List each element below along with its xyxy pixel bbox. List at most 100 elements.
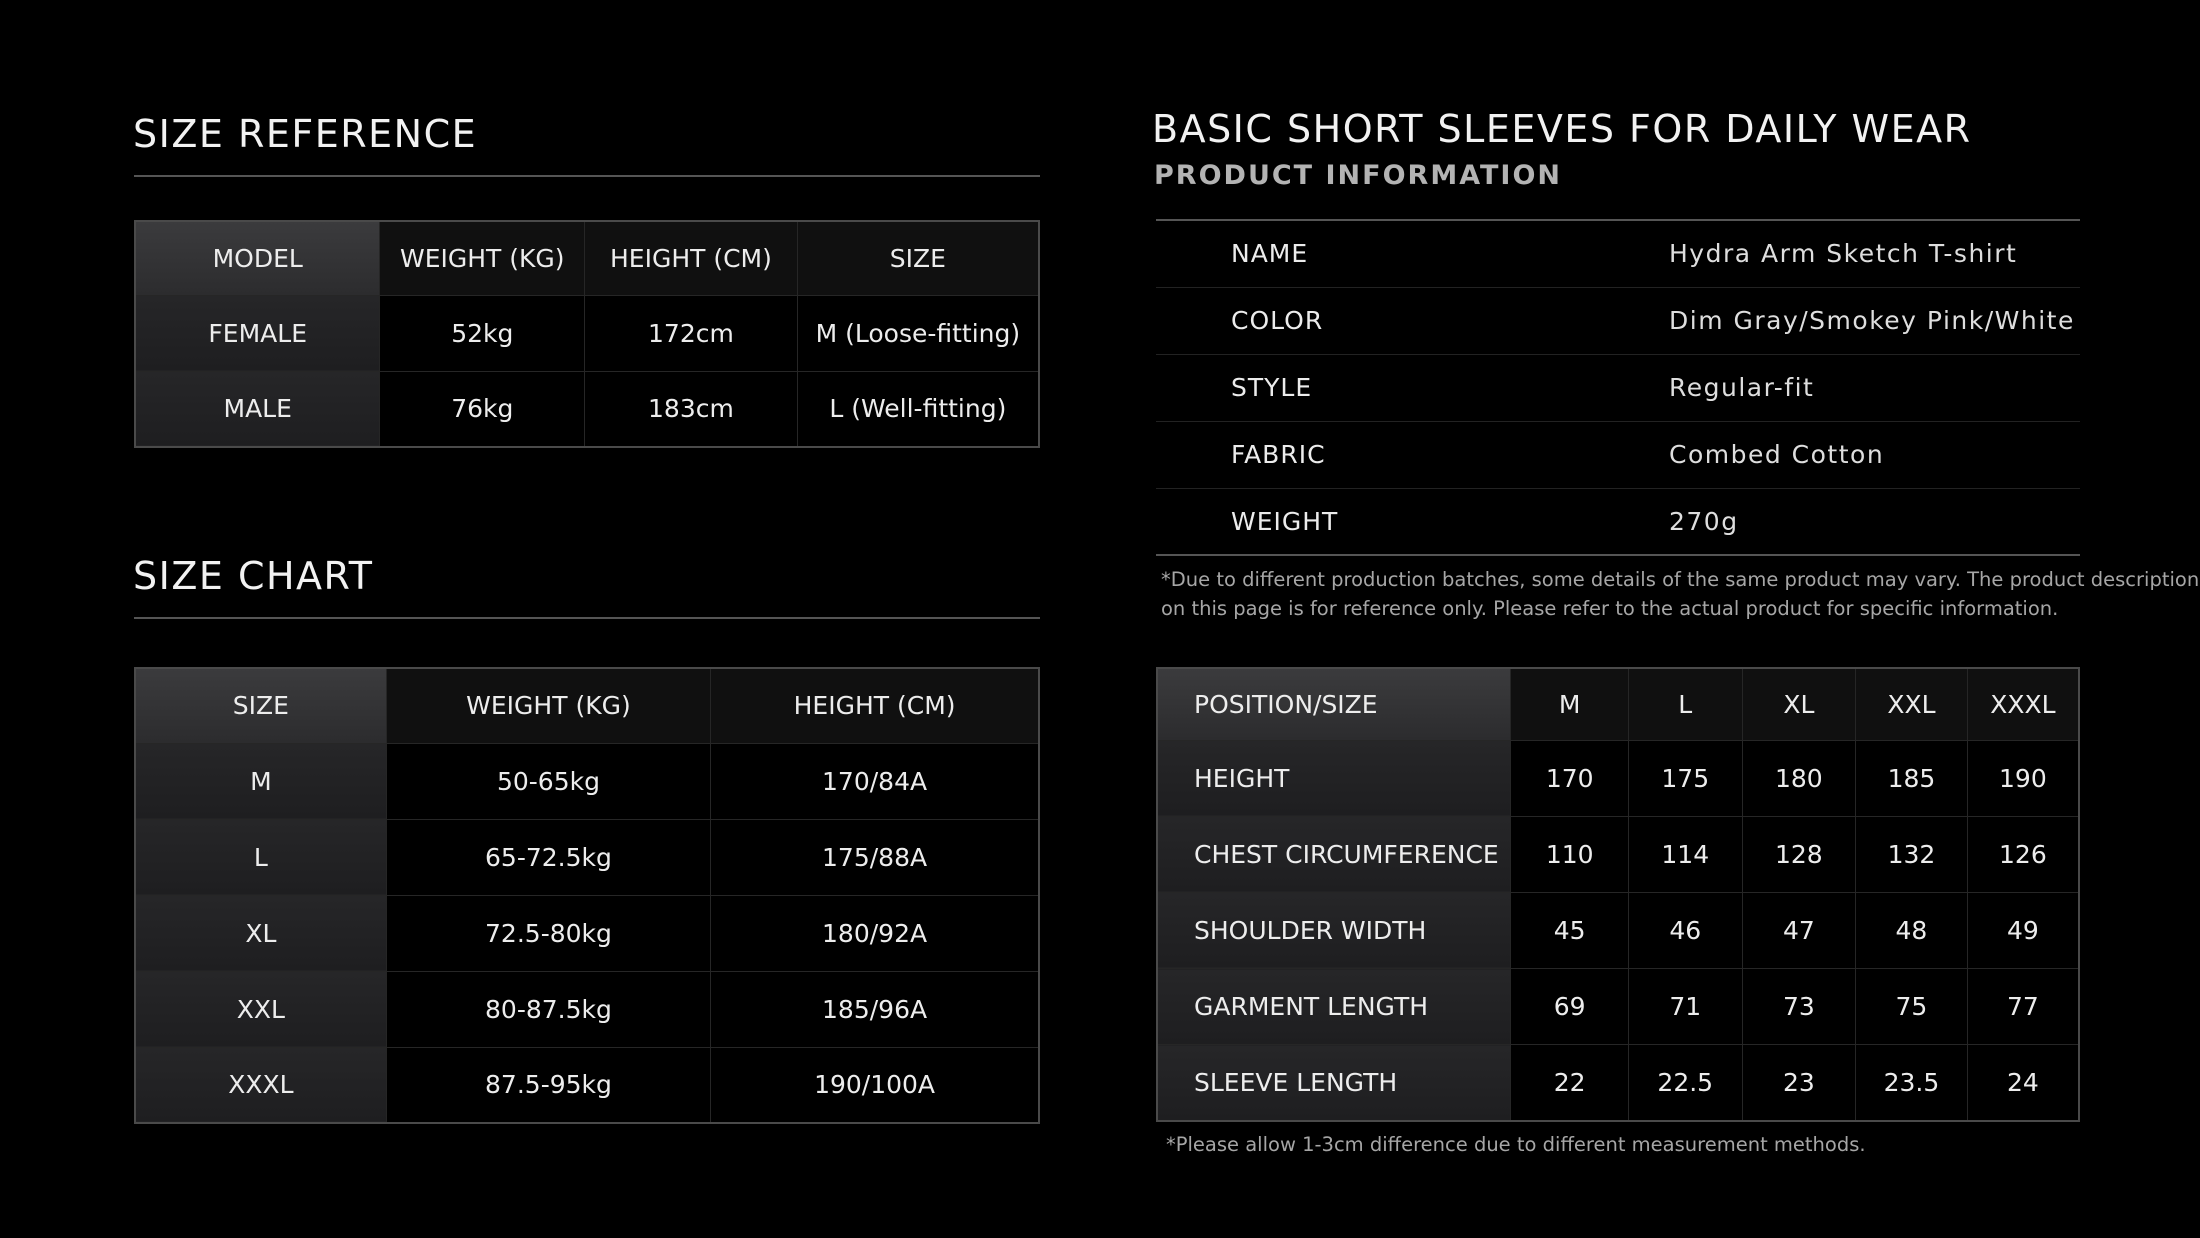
product-info-subtitle: PRODUCT INFORMATION	[1154, 160, 1563, 191]
table-cell: 73	[1741, 968, 1856, 1045]
disclaimer-line-2: on this page is for reference only. Plea…	[1161, 597, 2059, 620]
info-row: WEIGHT 270g	[1156, 487, 2080, 555]
table-cell: 170/84A	[710, 742, 1039, 819]
header-cell: WEIGHT (KG)	[379, 221, 585, 295]
table-cell: 72.5-80kg	[385, 894, 711, 971]
product-title: BASIC SHORT SLEEVES FOR DAILY WEAR	[1152, 107, 1972, 151]
table-cell: 172cm	[584, 294, 798, 371]
table-row: XXXL 87.5-95kg 190/100A	[135, 1046, 1039, 1123]
table-cell: 175/88A	[710, 818, 1039, 895]
row-label: SHOULDER WIDTH	[1157, 891, 1511, 969]
header-cell: SIZE	[135, 668, 387, 743]
size-reference-title: SIZE REFERENCE	[133, 112, 478, 156]
row-label: L	[135, 818, 387, 895]
table-cell: 45	[1510, 891, 1629, 969]
header-cell: HEIGHT (CM)	[584, 221, 798, 295]
header-cell: XXL	[1855, 668, 1968, 741]
info-label: FABRIC	[1156, 420, 1669, 488]
info-value: Regular-fit	[1669, 353, 2080, 421]
row-label: XXL	[135, 970, 387, 1047]
header-cell: L	[1627, 668, 1743, 741]
table-cell: 185	[1855, 739, 1968, 817]
table-cell: 190/100A	[710, 1046, 1039, 1123]
measurement-table: POSITION/SIZE M L XL XXL XXXL HEIGHT 170…	[1156, 667, 2080, 1122]
row-label: HEIGHT	[1157, 739, 1511, 817]
table-cell: 22	[1510, 1044, 1629, 1121]
table-cell: 128	[1741, 815, 1856, 893]
table-cell: 22.5	[1627, 1044, 1743, 1121]
table-cell: 24	[1966, 1044, 2079, 1121]
table-cell: 50-65kg	[385, 742, 711, 819]
header-cell: WEIGHT (KG)	[385, 668, 711, 743]
measurement-note: *Please allow 1-3cm difference due to di…	[1166, 1133, 1866, 1156]
table-cell: 76kg	[379, 370, 585, 447]
table-row: CHEST CIRCUMFERENCE 110 114 128 132 126	[1157, 815, 2079, 893]
row-label: XXXL	[135, 1046, 387, 1123]
row-label: FEMALE	[135, 294, 380, 371]
table-cell: 52kg	[379, 294, 585, 371]
table-cell: 49	[1966, 891, 2079, 969]
table-row: L 65-72.5kg 175/88A	[135, 818, 1039, 895]
header-cell: SIZE	[796, 221, 1039, 295]
table-header-row: MODEL WEIGHT (KG) HEIGHT (CM) SIZE	[135, 221, 1039, 295]
table-cell: 132	[1855, 815, 1968, 893]
row-label: M	[135, 742, 387, 819]
table-cell: 46	[1627, 891, 1743, 969]
table-cell: 170	[1510, 739, 1629, 817]
table-row: GARMENT LENGTH 69 71 73 75 77	[1157, 968, 2079, 1045]
table-row: MALE 76kg 183cm L (Well-fitting)	[135, 370, 1039, 447]
table-cell: 110	[1510, 815, 1629, 893]
table-cell: 175	[1627, 739, 1743, 817]
table-row: FEMALE 52kg 172cm M (Loose-fitting)	[135, 294, 1039, 371]
table-cell: 180/92A	[710, 894, 1039, 971]
info-row: FABRIC Combed Cotton	[1156, 420, 2080, 488]
info-value: Hydra Arm Sketch T-shirt	[1669, 239, 2018, 269]
row-label: GARMENT LENGTH	[1157, 968, 1511, 1045]
table-header-row: SIZE WEIGHT (KG) HEIGHT (CM)	[135, 668, 1039, 743]
header-cell: XXXL	[1966, 668, 2079, 741]
table-cell: 69	[1510, 968, 1629, 1045]
table-cell: 47	[1741, 891, 1856, 969]
table-cell: 87.5-95kg	[385, 1046, 711, 1123]
product-info-table: NAME Hydra Arm Sketch T-shirt COLOR Dim …	[1156, 219, 2080, 556]
table-row: XXL 80-87.5kg 185/96A	[135, 970, 1039, 1047]
table-cell: 126	[1966, 815, 2079, 893]
table-row: XL 72.5-80kg 180/92A	[135, 894, 1039, 971]
size-reference-divider	[134, 175, 1040, 177]
table-row: SHOULDER WIDTH 45 46 47 48 49	[1157, 891, 2079, 969]
table-cell: 65-72.5kg	[385, 818, 711, 895]
table-cell: 71	[1627, 968, 1743, 1045]
header-cell: MODEL	[135, 221, 380, 295]
info-label: STYLE	[1156, 353, 1669, 421]
table-cell: 114	[1627, 815, 1743, 893]
table-cell: 183cm	[584, 370, 798, 447]
size-reference-table: MODEL WEIGHT (KG) HEIGHT (CM) SIZE FEMAL…	[134, 220, 1040, 448]
row-label: SLEEVE LENGTH	[1157, 1044, 1511, 1121]
header-cell: POSITION/SIZE	[1157, 668, 1511, 741]
table-row: M 50-65kg 170/84A	[135, 742, 1039, 819]
info-row: STYLE Regular-fit	[1156, 353, 2080, 421]
table-cell: 48	[1855, 891, 1968, 969]
info-row: NAME Hydra Arm Sketch T-shirt	[1156, 220, 2080, 287]
table-cell: 185/96A	[710, 970, 1039, 1047]
table-row: HEIGHT 170 175 180 185 190	[1157, 739, 2079, 817]
table-cell: M (Loose-fitting)	[796, 294, 1039, 371]
info-label: WEIGHT	[1156, 487, 1669, 555]
info-label: NAME	[1231, 239, 1309, 269]
table-header-row: POSITION/SIZE M L XL XXL XXXL	[1157, 668, 2079, 741]
disclaimer-line-1: *Due to different production batches, so…	[1161, 568, 2200, 591]
header-cell: HEIGHT (CM)	[710, 668, 1039, 743]
info-label: COLOR	[1156, 286, 1669, 354]
header-cell: M	[1510, 668, 1629, 741]
info-row: COLOR Dim Gray/Smokey Pink/White	[1156, 286, 2080, 354]
table-cell: 180	[1741, 739, 1856, 817]
row-label: CHEST CIRCUMFERENCE	[1157, 815, 1511, 893]
size-chart-title: SIZE CHART	[133, 554, 374, 598]
info-value: Combed Cotton	[1669, 420, 2080, 488]
table-cell: 23	[1741, 1044, 1856, 1121]
table-cell: L (Well-fitting)	[796, 370, 1039, 447]
table-cell: 23.5	[1855, 1044, 1968, 1121]
table-cell: 75	[1855, 968, 1968, 1045]
table-cell: 77	[1966, 968, 2079, 1045]
table-cell: 80-87.5kg	[385, 970, 711, 1047]
